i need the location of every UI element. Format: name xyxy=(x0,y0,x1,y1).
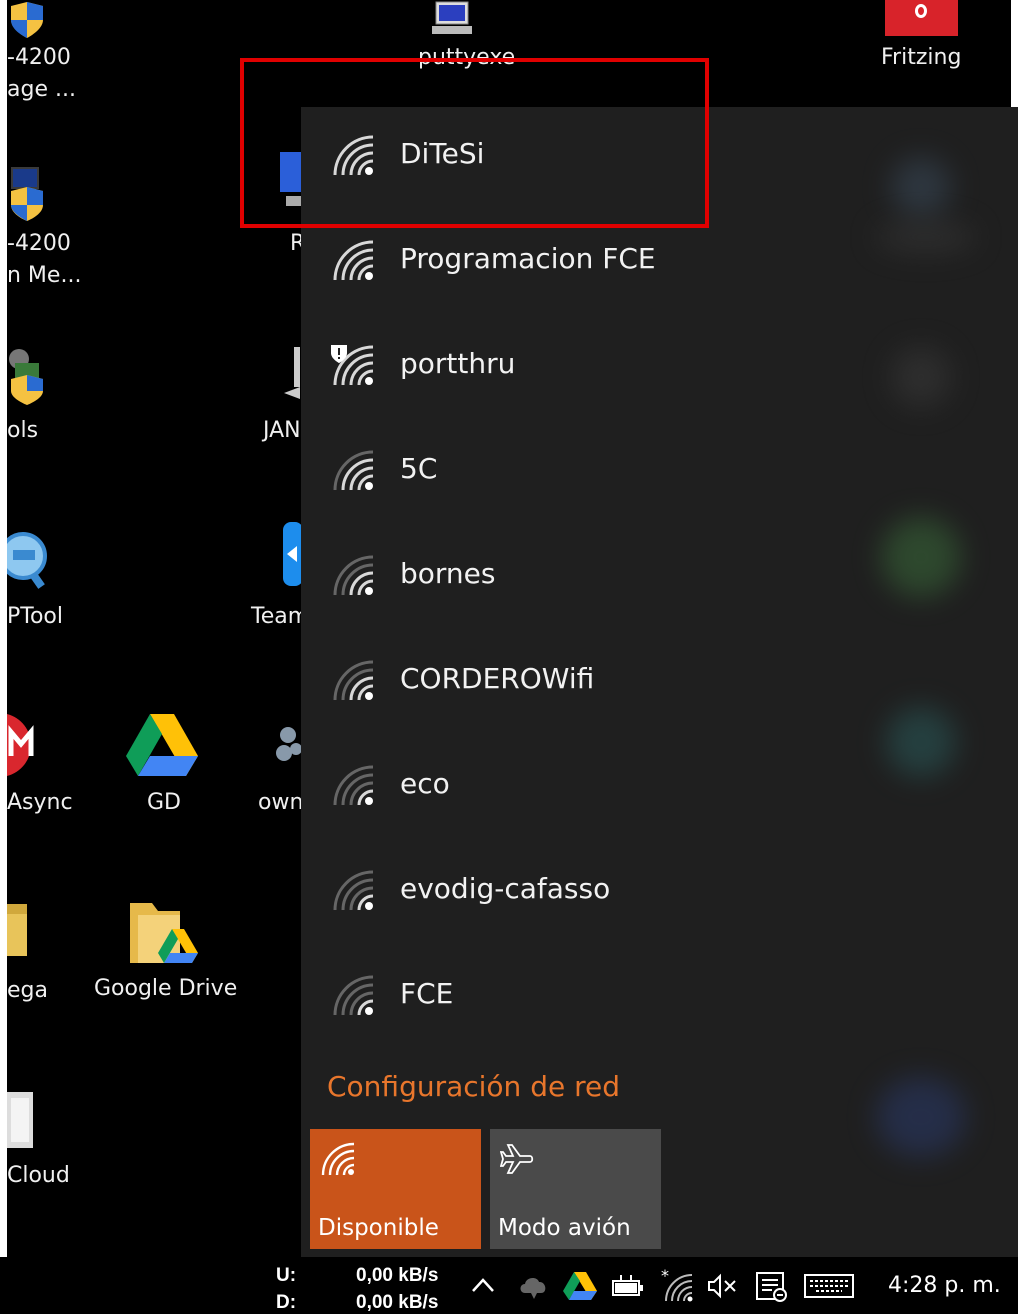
network-settings-link[interactable]: Configuración de red xyxy=(327,1070,620,1103)
wifi-signal-icon xyxy=(333,555,374,596)
network-item[interactable]: 5C xyxy=(301,422,721,527)
desktop-icon-label[interactable]: ols xyxy=(7,418,38,443)
tools-app-icon[interactable] xyxy=(7,345,47,405)
wifi-icon[interactable]: * xyxy=(660,1269,694,1303)
desktop-icon-label[interactable]: age ... xyxy=(7,77,76,102)
network-name: CORDEROWifi xyxy=(400,662,595,695)
wifi-signal-icon xyxy=(333,870,374,911)
wifi-icon xyxy=(321,1142,355,1176)
google-drive-icon[interactable] xyxy=(563,1271,597,1301)
chevron-up-icon[interactable] xyxy=(470,1275,496,1295)
desktop-icon-label[interactable]: PTool xyxy=(7,604,63,629)
desktop-icon-label[interactable]: GD xyxy=(147,790,181,815)
network-item[interactable]: evodig-cafasso xyxy=(301,842,721,947)
background-blur xyxy=(881,517,961,597)
ptool-app-icon[interactable] xyxy=(7,528,47,590)
network-name: FCE xyxy=(400,977,454,1010)
wifi-signal-icon xyxy=(333,765,374,806)
wifi-signal-icon xyxy=(333,240,374,281)
background-blur xyxy=(876,222,976,252)
network-name: eco xyxy=(400,767,450,800)
desktop-icon-label[interactable]: own xyxy=(258,790,303,815)
background-blur xyxy=(876,1077,966,1157)
download-label: D: xyxy=(276,1292,297,1313)
battery-icon[interactable] xyxy=(611,1273,645,1299)
desktop-icon-label[interactable]: -4200 xyxy=(7,45,71,70)
network-name: bornes xyxy=(400,557,496,590)
wifi-signal-icon xyxy=(333,660,374,701)
network-item[interactable]: FCE xyxy=(301,947,721,1052)
mega-folder-icon[interactable] xyxy=(7,902,29,958)
highlight-box xyxy=(240,58,709,228)
network-item[interactable]: bornes xyxy=(301,527,721,632)
google-drive-icon[interactable] xyxy=(126,712,198,776)
teamviewer-icon[interactable] xyxy=(283,522,303,586)
wifi-flyout: DiTeSi Programacion FCE portthru 5C born… xyxy=(301,107,1018,1257)
tile-label: Modo avión xyxy=(498,1215,631,1241)
desktop-icon-label[interactable]: JAN xyxy=(263,418,301,443)
jan-app-icon[interactable] xyxy=(282,345,302,405)
volume-muted-icon[interactable] xyxy=(706,1273,740,1299)
svg-text:*: * xyxy=(661,1269,669,1285)
shield-app-icon[interactable] xyxy=(7,165,47,223)
network-item[interactable]: eco xyxy=(301,737,721,842)
desktop-icon-label[interactable]: Cloud xyxy=(7,1163,70,1188)
fritzing-icon[interactable] xyxy=(885,0,958,36)
taskbar: U: 0,00 kB/s D: 0,00 kB/s * 4:28 p. m. xyxy=(0,1257,1018,1314)
tile-label: Disponible xyxy=(318,1215,439,1241)
megasync-icon[interactable] xyxy=(7,712,47,778)
network-name: evodig-cafasso xyxy=(400,872,611,905)
cloud-sync-icon[interactable] xyxy=(517,1271,551,1301)
wifi-signal-icon xyxy=(333,450,374,491)
upload-label: U: xyxy=(276,1265,297,1286)
wifi-warning-icon xyxy=(331,345,374,386)
desktop-icon-label[interactable]: Fritzing xyxy=(881,45,961,70)
network-name: 5C xyxy=(400,452,438,485)
network-name: Programacion FCE xyxy=(400,242,656,275)
desktop-icon-label[interactable]: Async xyxy=(7,790,73,815)
desktop-icon-label[interactable]: Google Drive xyxy=(94,976,237,1001)
background-blur xyxy=(891,347,951,407)
desktop-icon-label[interactable]: -4200 xyxy=(7,231,71,256)
putty-icon[interactable] xyxy=(430,0,476,36)
shield-app-icon[interactable] xyxy=(7,0,47,40)
desktop-icon-label[interactable]: ega xyxy=(7,978,48,1003)
desktop-icon-label[interactable]: n Me... xyxy=(7,263,81,288)
network-item[interactable]: portthru xyxy=(301,317,721,422)
taskbar-clock[interactable]: 4:28 p. m. xyxy=(888,1273,1001,1298)
network-name: portthru xyxy=(400,347,516,380)
download-speed: 0,00 kB/s xyxy=(356,1292,439,1313)
airplane-mode-tile[interactable]: Modo avión xyxy=(490,1129,661,1249)
keyboard-icon[interactable] xyxy=(804,1274,854,1298)
owncloud-icon[interactable] xyxy=(276,725,302,769)
google-drive-folder-icon[interactable] xyxy=(128,893,202,967)
airplane-icon xyxy=(500,1144,534,1174)
background-blur xyxy=(891,157,951,217)
background-blur xyxy=(886,707,956,777)
network-item[interactable]: CORDEROWifi xyxy=(301,632,721,737)
upload-speed: 0,00 kB/s xyxy=(356,1265,439,1286)
cloud-app-icon[interactable] xyxy=(7,1088,37,1150)
wifi-signal-icon xyxy=(333,975,374,1016)
wifi-toggle-tile[interactable]: Disponible xyxy=(310,1129,481,1249)
action-center-icon[interactable] xyxy=(755,1271,789,1303)
